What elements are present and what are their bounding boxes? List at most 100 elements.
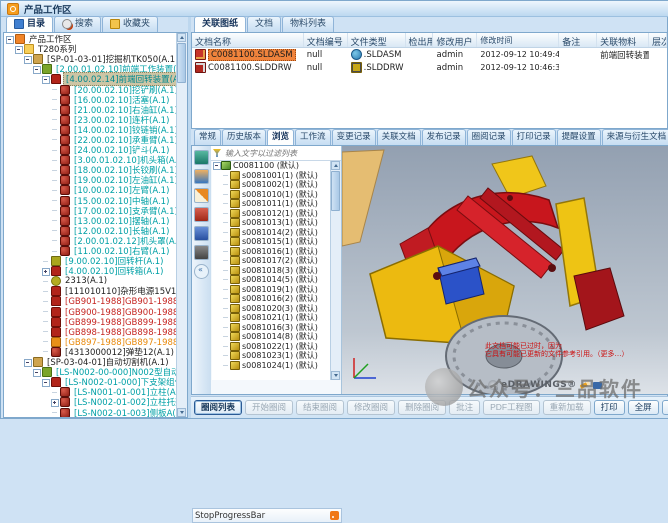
expander-icon[interactable] xyxy=(50,125,59,134)
expander-icon[interactable] xyxy=(221,237,230,246)
expander-icon[interactable] xyxy=(23,55,32,64)
detail-tab[interactable]: 关联文档 xyxy=(377,129,421,145)
expander-icon[interactable] xyxy=(41,378,50,387)
review-button[interactable]: 修改圈阅 xyxy=(347,400,395,415)
expander-icon[interactable] xyxy=(221,313,230,322)
expander-icon[interactable] xyxy=(41,287,50,296)
expander-icon[interactable] xyxy=(221,256,230,265)
expander-icon[interactable] xyxy=(32,65,41,74)
expander-icon[interactable] xyxy=(50,146,59,155)
viewport-3d[interactable]: 此文档可能已过时，因为 它具有可能已更新的文件参考引用。（更多…） eDRAWI… xyxy=(342,146,668,394)
expander-icon[interactable] xyxy=(41,75,50,84)
scroll-down-icon[interactable] xyxy=(331,371,340,380)
tree-node[interactable]: 产品工作区 xyxy=(5,34,177,44)
column-header[interactable]: 层次 xyxy=(649,33,667,47)
expander-icon[interactable] xyxy=(50,247,59,256)
column-header[interactable]: 检出用户 xyxy=(406,33,434,47)
document-tab[interactable]: 关联图纸 xyxy=(194,16,246,32)
expander-icon[interactable] xyxy=(50,176,59,185)
layers-icon[interactable] xyxy=(194,226,209,241)
component-row[interactable]: s0081024(1) (默认) xyxy=(212,361,332,371)
expander-icon[interactable] xyxy=(41,267,50,276)
tree-node[interactable]: [LS-N002-01-003]侧板A(A.1) xyxy=(5,407,177,417)
expander-icon[interactable] xyxy=(41,347,50,356)
review-button[interactable]: 开始圈阅 xyxy=(245,400,293,415)
scrollbar-thumb[interactable] xyxy=(177,43,186,83)
expander-icon[interactable] xyxy=(221,171,230,180)
scroll-down-icon[interactable] xyxy=(177,408,186,417)
expander-icon[interactable] xyxy=(50,156,59,165)
expander-icon[interactable] xyxy=(221,304,230,313)
action-button[interactable]: 全屏 xyxy=(628,400,659,415)
collapse-panel-icon[interactable] xyxy=(194,264,209,279)
tree-node[interactable]: [4.00.02.10]回转箱(A.1) xyxy=(5,266,177,276)
expander-icon[interactable] xyxy=(221,199,230,208)
expander-icon[interactable] xyxy=(50,95,59,104)
expander-icon[interactable] xyxy=(50,135,59,144)
table-row[interactable]: C0081100.SLDDRW null .SLDDRW admin 2012-… xyxy=(192,61,667,74)
action-button[interactable]: 重新加载 xyxy=(543,400,591,415)
expander-icon[interactable] xyxy=(50,186,59,195)
expander-icon[interactable] xyxy=(221,285,230,294)
expander-icon[interactable] xyxy=(5,35,14,44)
action-button[interactable]: 打印 xyxy=(594,400,625,415)
markup-pencil-icon[interactable] xyxy=(194,188,209,203)
detail-tab[interactable]: 来源与衍生文档 xyxy=(602,129,668,145)
expander-icon[interactable] xyxy=(212,161,221,170)
expander-icon[interactable] xyxy=(50,388,59,397)
expander-icon[interactable] xyxy=(221,342,230,351)
stamp-icon[interactable] xyxy=(194,245,209,260)
review-button[interactable]: 圈阅列表 xyxy=(194,400,242,415)
expander-icon[interactable] xyxy=(14,45,23,54)
detail-tab[interactable]: 历史版本 xyxy=(222,129,266,145)
column-header[interactable]: 文档编号 xyxy=(304,33,348,47)
scroll-up-icon[interactable] xyxy=(177,33,186,42)
expander-icon[interactable] xyxy=(50,115,59,124)
expander-icon[interactable] xyxy=(221,351,230,360)
scroll-up-icon[interactable] xyxy=(331,161,340,170)
expander-icon[interactable] xyxy=(221,190,230,199)
expander-icon[interactable] xyxy=(41,277,50,286)
expander-icon[interactable] xyxy=(41,327,50,336)
column-header[interactable]: 备注 xyxy=(559,33,597,47)
expander-icon[interactable] xyxy=(221,294,230,303)
snapshot-icon[interactable] xyxy=(194,169,209,184)
expander-icon[interactable] xyxy=(221,180,230,189)
column-header[interactable]: 文档名称 xyxy=(192,33,304,47)
detail-tab[interactable]: 工作流 xyxy=(295,129,331,145)
move-component-icon[interactable] xyxy=(194,207,209,222)
expander-icon[interactable] xyxy=(50,216,59,225)
expander-icon[interactable] xyxy=(41,257,50,266)
expander-icon[interactable] xyxy=(50,85,59,94)
detail-tab[interactable]: 发布记录 xyxy=(422,129,466,145)
expander-icon[interactable] xyxy=(23,358,32,367)
expander-icon[interactable] xyxy=(32,368,41,377)
expander-icon[interactable] xyxy=(50,226,59,235)
review-button[interactable]: 结束圈阅 xyxy=(296,400,344,415)
detail-tab[interactable]: 圈阅记录 xyxy=(467,129,511,145)
expander-icon[interactable] xyxy=(50,196,59,205)
expander-icon[interactable] xyxy=(221,266,230,275)
expander-icon[interactable] xyxy=(41,317,50,326)
document-tab[interactable]: 物料列表 xyxy=(282,16,334,32)
expander-icon[interactable] xyxy=(221,247,230,256)
left-tab[interactable]: 收藏夹 xyxy=(102,16,158,32)
review-button[interactable]: 删除圈阅 xyxy=(398,400,446,415)
expander-icon[interactable] xyxy=(50,408,59,417)
column-header[interactable]: 修改时间 xyxy=(477,33,559,47)
expander-icon[interactable] xyxy=(50,236,59,245)
document-tab[interactable]: 文档 xyxy=(247,16,281,32)
scrollbar-thumb[interactable] xyxy=(331,171,340,211)
action-button[interactable]: 批注 xyxy=(449,400,480,415)
component-filter-input[interactable] xyxy=(223,147,341,160)
expander-icon[interactable] xyxy=(221,228,230,237)
expander-icon[interactable] xyxy=(50,398,59,407)
action-button[interactable]: PDF工程图 xyxy=(483,400,540,415)
expander-icon[interactable] xyxy=(221,323,230,332)
detail-tab[interactable]: 变更记录 xyxy=(332,129,376,145)
detail-tab[interactable]: 常规 xyxy=(194,129,221,145)
expander-icon[interactable] xyxy=(50,105,59,114)
tree-scrollbar[interactable] xyxy=(176,33,187,417)
left-tab[interactable]: 目录 xyxy=(6,16,53,32)
expander-icon[interactable] xyxy=(221,275,230,284)
